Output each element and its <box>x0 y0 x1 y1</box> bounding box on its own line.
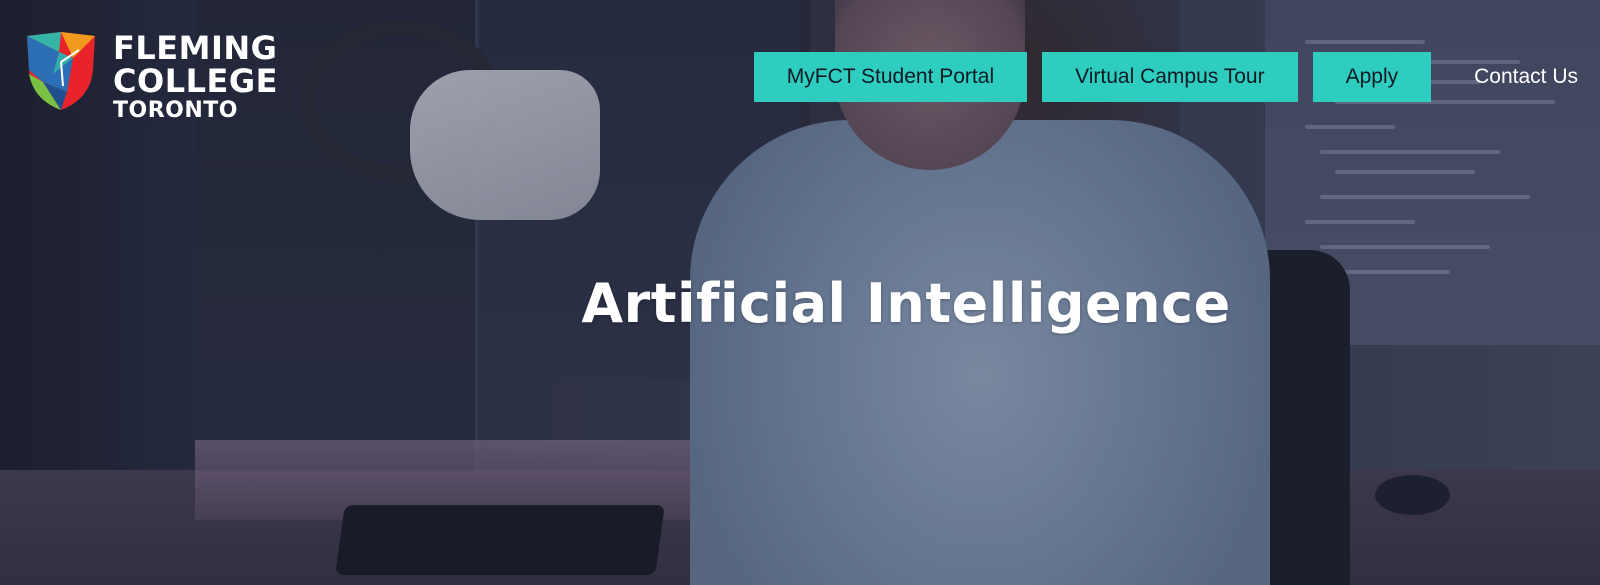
background-mouse <box>1375 475 1450 515</box>
background-vr-strap <box>300 20 502 182</box>
virtual-campus-tour-button[interactable]: Virtual Campus Tour <box>1042 52 1298 102</box>
background-person-sweater <box>690 120 1270 585</box>
background-vr-headset <box>410 70 600 220</box>
logo-wordmark: FLEMING COLLEGE TORONTO <box>113 32 278 122</box>
hero-title: Artificial Intelligence <box>581 272 1231 335</box>
hero-banner: FLEMING COLLEGE TORONTO MyFCT Student Po… <box>0 0 1600 585</box>
logo-text-college: COLLEGE <box>113 62 278 100</box>
logo-text-fleming: FLEMING <box>113 29 278 67</box>
background-desk-glow <box>195 440 695 520</box>
logo-text-toronto: TORONTO <box>113 98 238 123</box>
background-desk <box>0 470 1600 585</box>
student-portal-button[interactable]: MyFCT Student Portal <box>753 52 1028 102</box>
apply-button[interactable]: Apply <box>1312 52 1432 102</box>
contact-us-link[interactable]: Contact Us <box>1474 65 1578 89</box>
fleming-shield-icon <box>27 32 95 110</box>
background-keyboard <box>335 505 665 575</box>
background-person-hair <box>800 0 1180 240</box>
site-logo[interactable]: FLEMING COLLEGE TORONTO <box>23 30 278 122</box>
header-nav: MyFCT Student Portal Virtual Campus Tour… <box>753 52 1578 102</box>
